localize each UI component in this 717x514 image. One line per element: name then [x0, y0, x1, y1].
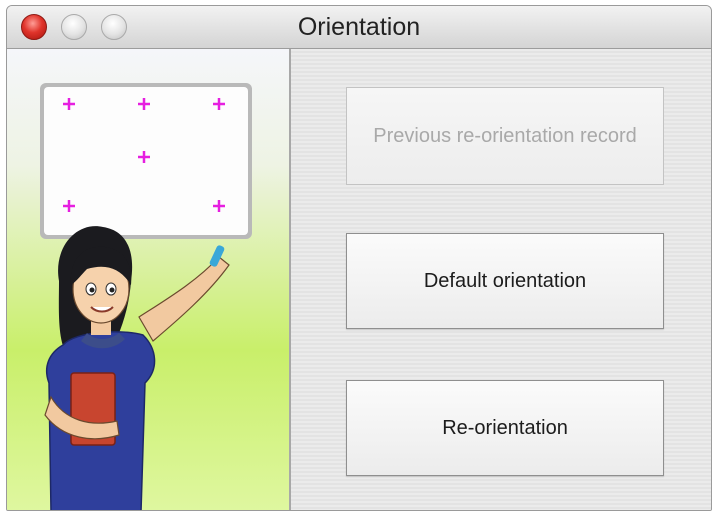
raised-arm: [138, 256, 230, 342]
whiteboard-surface: [44, 87, 248, 235]
action-pane: Previous re-orientation record Default o…: [291, 49, 711, 510]
previous-record-button[interactable]: Previous re-orientation record: [346, 87, 664, 185]
orientation-window: Orientation Previous re-orientation reco…: [6, 5, 712, 511]
default-orientation-button[interactable]: Default orientation: [346, 233, 664, 329]
window-title: Orientation: [297, 13, 421, 41]
illustration-pane: [7, 49, 291, 510]
title-bar: Orientation: [7, 6, 711, 49]
reorientation-button[interactable]: Re-orientation: [346, 380, 664, 476]
teacher-illustration: [40, 83, 252, 510]
